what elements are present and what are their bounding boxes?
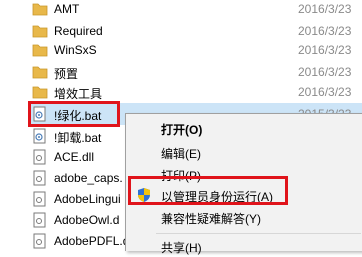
file-name: 预置 — [54, 67, 79, 81]
context-menu: 打开(O) 编辑(E) 打印(P) 以管理员身份运行(A) 兼容性疑难解答(Y)… — [125, 113, 362, 255]
dll-file-icon — [33, 170, 46, 186]
file-date: 2016/3/23 — [298, 65, 352, 79]
file-name: Required — [54, 24, 103, 38]
bat-file-icon — [33, 106, 46, 122]
menu-item-print[interactable]: 打印(P) — [128, 163, 361, 185]
menu-item-edit[interactable]: 编辑(E) — [128, 141, 361, 163]
file-name: WinSxS — [54, 43, 97, 57]
dll-file-icon — [33, 149, 46, 165]
menu-separator — [156, 233, 361, 234]
menu-item-compat-troubleshoot[interactable]: 兼容性疑难解答(Y) — [128, 206, 361, 228]
file-row[interactable]: AMT 2016/3/23 — [28, 0, 362, 20]
menu-item-label: 共享(H) — [161, 241, 202, 255]
menu-item-run-as-admin[interactable]: 以管理员身份运行(A) — [128, 184, 361, 206]
menu-item-label: 编辑(E) — [161, 147, 201, 161]
file-date: 2016/3/23 — [298, 24, 352, 38]
file-row[interactable]: 预置 2016/3/23 — [28, 61, 362, 83]
file-name: !卸载.bat — [54, 131, 102, 145]
folder-icon — [32, 66, 48, 79]
folder-icon — [32, 86, 48, 99]
folder-icon — [32, 44, 48, 57]
file-name: AdobeOwl.d — [54, 213, 120, 227]
file-name: adobe_caps. — [54, 171, 123, 185]
menu-item-label: 打开(O) — [161, 123, 203, 137]
file-name: AMT — [54, 2, 80, 16]
file-date: 2016/3/23 — [298, 43, 352, 57]
file-name: !绿化.bat — [54, 109, 102, 123]
menu-item-label: 以管理员身份运行(A) — [161, 190, 273, 204]
bat-file-icon — [33, 128, 46, 144]
menu-item-open[interactable]: 打开(O) — [128, 117, 361, 139]
menu-item-label: 兼容性疑难解答(Y) — [161, 212, 261, 226]
menu-item-label: 打印(P) — [161, 169, 201, 183]
menu-item-share[interactable]: 共享(H) — [128, 235, 361, 257]
dll-file-icon — [33, 191, 46, 207]
file-row[interactable]: 增效工具 2016/3/23 — [28, 81, 362, 103]
folder-icon — [32, 25, 48, 38]
folder-icon — [32, 3, 48, 16]
dll-file-icon — [33, 233, 46, 249]
dll-file-icon — [33, 212, 46, 228]
uac-shield-icon — [138, 188, 150, 202]
file-date: 2016/3/23 — [298, 85, 352, 99]
file-date: 2016/3/23 — [298, 2, 352, 16]
file-name: 增效工具 — [54, 87, 103, 101]
file-row[interactable]: WinSxS 2016/3/23 — [28, 39, 362, 61]
file-name: AdobePDFL.d — [54, 234, 130, 248]
file-name: AdobeLingui — [54, 192, 121, 206]
file-name: ACE.dll — [54, 150, 95, 164]
